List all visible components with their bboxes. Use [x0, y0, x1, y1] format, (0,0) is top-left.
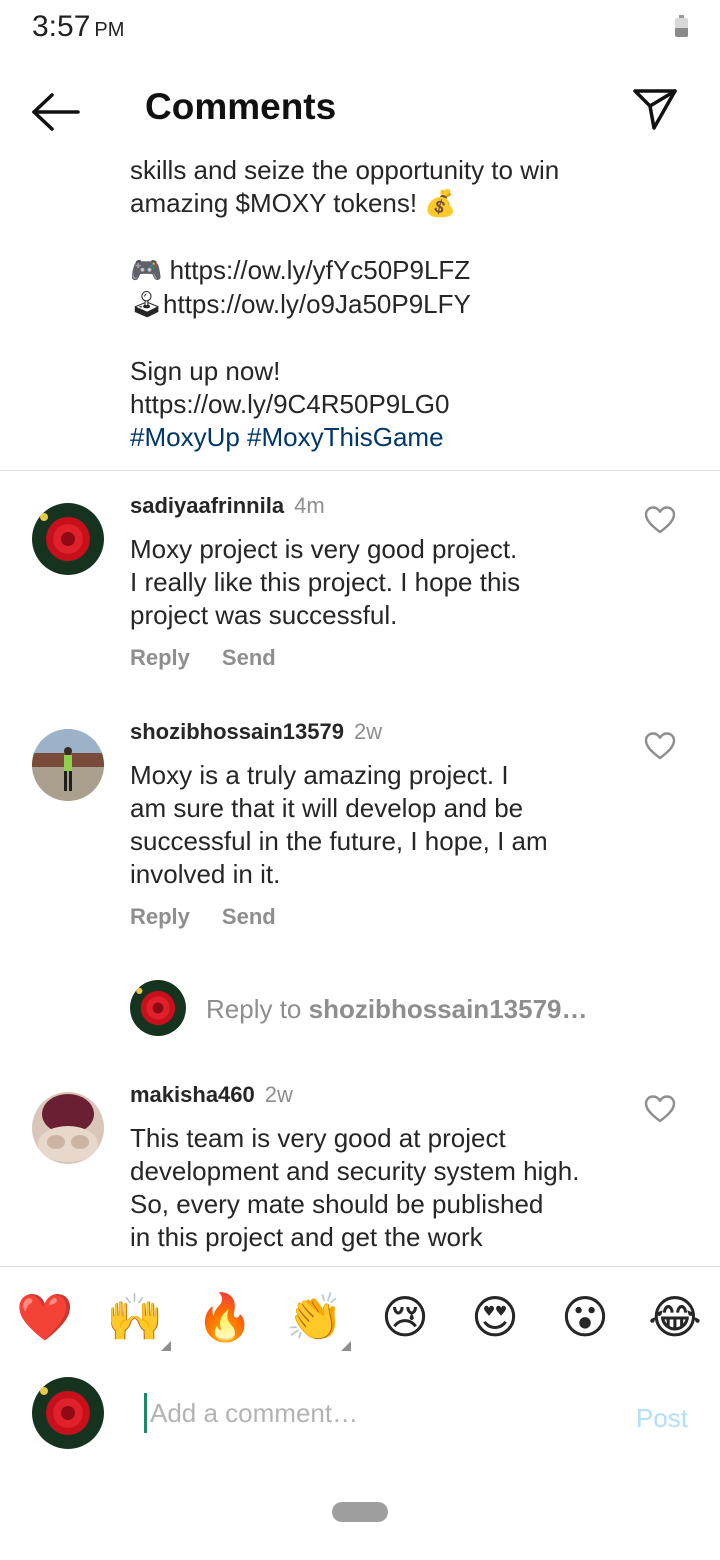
comment-text: This team is very good at project develo… [130, 1123, 580, 1252]
comment-header: shozibhossain13579 2w [130, 719, 382, 745]
comment-username[interactable]: sadiyaafrinnila [130, 493, 284, 518]
caption-line: Sign up now! [130, 356, 281, 386]
tears-of-joy-emoji-icon[interactable]: 😂 [645, 1287, 705, 1347]
caption-link[interactable]: https://ow.ly/o9Ja50P9LFY [163, 289, 471, 319]
status-time: 3:57 PM [32, 10, 125, 43]
comment-username[interactable]: makisha460 [130, 1082, 255, 1107]
joystick-icon: 🕹 [130, 290, 164, 320]
home-indicator[interactable] [332, 1502, 388, 1522]
avatar [32, 1377, 104, 1449]
divider [0, 470, 720, 471]
like-button[interactable] [644, 505, 676, 535]
heart-eyes-emoji-icon[interactable]: 😍 [465, 1287, 525, 1347]
post-button[interactable]: Post [636, 1403, 688, 1434]
caption-link-row[interactable]: 🎮 https://ow.ly/yfYc50P9LFZ [130, 254, 690, 288]
heart-icon [644, 732, 676, 760]
avatar[interactable] [32, 503, 104, 575]
comment-time: 2w [264, 1082, 293, 1107]
fire-emoji-icon[interactable]: 🔥 [195, 1287, 255, 1347]
arrow-left-icon [32, 93, 80, 131]
skin-tone-indicator [161, 1341, 171, 1351]
comment-header: sadiyaafrinnila 4m [130, 493, 325, 519]
skin-tone-indicator [341, 1341, 351, 1351]
header: Comments [0, 56, 720, 160]
status-bar: 3:57 PM [0, 0, 720, 56]
like-button[interactable] [644, 1094, 676, 1124]
comment-composer: Post [0, 1363, 720, 1473]
paper-plane-icon [633, 89, 677, 130]
direct-share-button[interactable] [630, 84, 680, 134]
surprised-face-emoji-icon[interactable]: 😮 [555, 1287, 615, 1347]
reply-button[interactable]: Reply [130, 645, 190, 670]
crying-face-emoji-icon[interactable]: 😢 [375, 1287, 435, 1347]
send-button[interactable]: Send [222, 645, 276, 670]
comment-item: makisha460 2w This team is very good at p… [0, 1082, 720, 1265]
caption-hashtags[interactable]: #MoxyUp #MoxyThisGame [130, 421, 690, 454]
heart-icon [644, 506, 676, 534]
caption-line: amazing $MOXY tokens! 💰 [130, 188, 457, 219]
comment-header: makisha460 2w [130, 1082, 293, 1108]
emoji-reaction-bar: ❤️ 🙌 🔥 👏 😢 😍 😮 😂 [0, 1266, 720, 1365]
comment-text: Moxy is a truly amazing project. I am su… [130, 760, 548, 889]
reply-button[interactable]: Reply [130, 904, 190, 929]
caption-link[interactable]: https://ow.ly/9C4R50P9LG0 [130, 388, 690, 421]
caption-line: skills and seize the opportunity to win [130, 155, 560, 185]
comment-time: 2w [353, 719, 383, 744]
like-button[interactable] [644, 731, 676, 761]
comment-input[interactable] [144, 1393, 610, 1433]
back-button[interactable] [28, 90, 84, 134]
battery-icon [675, 15, 688, 37]
avatar[interactable] [32, 729, 104, 801]
post-caption: skills and seize the opportunity to win … [130, 154, 690, 454]
comment-text: Moxy project is very good project. I rea… [130, 534, 521, 630]
raised-hands-emoji-icon[interactable]: 🙌 [105, 1287, 165, 1347]
avatar [130, 980, 186, 1036]
send-button[interactable]: Send [222, 904, 276, 929]
comment-time: 4m [294, 493, 325, 518]
avatar[interactable] [32, 1092, 104, 1164]
reply-prompt-text[interactable]: Reply to shozibhossain13579… [206, 994, 588, 1025]
heart-icon [644, 1095, 676, 1123]
reply-prompt[interactable]: Reply to shozibhossain13579… [130, 980, 690, 1036]
comment-username[interactable]: shozibhossain13579 [130, 719, 344, 744]
comment-actions: Reply Send [130, 904, 308, 930]
heart-emoji-icon[interactable]: ❤️ [15, 1287, 75, 1347]
caption-link-row[interactable]: 🕹https://ow.ly/o9Ja50P9LFY [130, 288, 690, 322]
page-title: Comments [145, 86, 337, 127]
caption-link[interactable]: https://ow.ly/yfYc50P9LFZ [162, 255, 471, 285]
comment-actions: Reply Send [130, 645, 308, 671]
game-controller-icon: 🎮 [130, 256, 163, 286]
money-bag-icon: 💰 [424, 189, 457, 219]
clapping-hands-emoji-icon[interactable]: 👏 [285, 1287, 345, 1347]
